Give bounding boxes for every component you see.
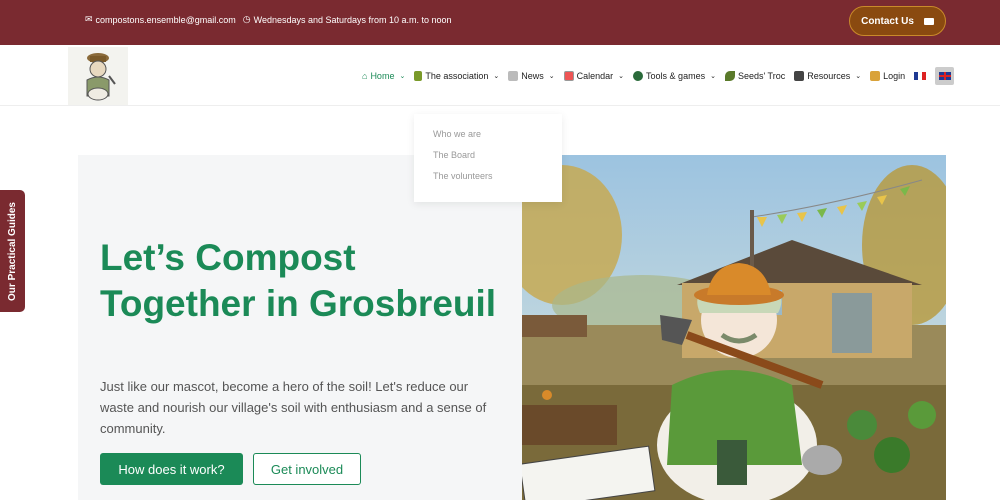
chevron-down-icon: ⌄ [855,73,862,80]
dropdown-item-who-we-are[interactable]: Who we are [433,129,562,139]
envelope-icon [923,17,934,25]
hours-text: Wednesdays and Saturdays from 10 a.m. to… [253,14,452,25]
newspaper-icon [508,71,519,81]
top-bar: ✉ compostons.ensemble@gmail.com ◷ Wednes… [0,0,1000,45]
practical-guides-tab[interactable]: Our Practical Guides [0,190,25,312]
nav-news[interactable]: News ⌄ [508,71,555,81]
dropdown-item-board[interactable]: The Board [433,150,562,160]
nav-home-label: Home [370,71,395,81]
contact-info: ✉ compostons.ensemble@gmail.com ◷ Wednes… [85,14,452,25]
seed-icon [724,71,735,81]
french-flag-icon[interactable] [914,72,927,80]
nav-home[interactable]: ⌂ Home ⌄ [362,71,405,81]
english-flag-icon[interactable] [935,67,955,85]
email-info[interactable]: ✉ compostons.ensemble@gmail.com [85,14,236,25]
nav-tools[interactable]: Tools & games ⌄ [633,71,716,81]
site-logo[interactable] [68,47,128,105]
hero-section: Let’s Compost Together in Grosbreuil Jus… [78,155,522,500]
nav-calendar[interactable]: Calendar ⌄ [563,71,625,81]
tree-icon [633,71,644,81]
envelope-icon: ✉ [85,14,93,24]
nav-tools-label: Tools & games [646,71,706,81]
chevron-down-icon: ⌄ [618,73,625,80]
chevron-down-icon: ⌄ [493,73,500,80]
home-dropdown-menu: Who we are The Board The volunteers [414,114,562,202]
chevron-down-icon: ⌄ [548,73,555,80]
contact-us-label: Contact Us [861,15,914,27]
nav-login-label: Login [883,71,906,81]
chevron-down-icon: ⌄ [399,73,406,80]
nav-resources-label: Resources [807,71,851,81]
dropdown-item-volunteers[interactable]: The volunteers [433,171,562,181]
lock-icon [870,71,881,81]
contact-us-button[interactable]: Contact Us [849,6,946,36]
nav-login[interactable]: Login [870,71,905,81]
nav-calendar-label: Calendar [576,71,614,81]
nav-association-label: The association [425,71,489,81]
get-involved-button[interactable]: Get involved [253,453,361,485]
mascot-garden-illustration [522,155,946,500]
mascot-logo-icon [86,53,116,101]
how-it-works-button[interactable]: How does it work? [100,453,243,485]
calendar-icon [563,71,574,81]
hours-info: ◷ Wednesdays and Saturdays from 10 a.m. … [243,14,452,25]
sprout-icon [414,71,423,81]
clock-icon: ◷ [242,14,251,24]
nav-resources[interactable]: Resources ⌄ [794,71,861,81]
house-icon: ⌂ [362,71,368,81]
nav-seeds-label: Seeds' Troc [737,71,786,81]
hero-image [522,155,946,500]
practical-guides-label: Our Practical Guides [7,201,18,301]
books-icon [794,71,805,81]
chevron-down-icon: ⌄ [710,73,716,80]
email-text: compostons.ensemble@gmail.com [95,14,236,25]
main-nav: ⌂ Home ⌄ The association ⌄ News ⌄ Calend… [362,67,955,85]
nav-association[interactable]: The association ⌄ [414,71,499,81]
hero-description: Just like our mascot, become a hero of t… [100,379,487,436]
main-header: ⌂ Home ⌄ The association ⌄ News ⌄ Calend… [0,45,1000,106]
hero-title: Let’s Compost Together in Grosbreuil [100,237,497,324]
nav-seeds[interactable]: Seeds' Troc [724,71,786,81]
nav-news-label: News [521,71,544,81]
